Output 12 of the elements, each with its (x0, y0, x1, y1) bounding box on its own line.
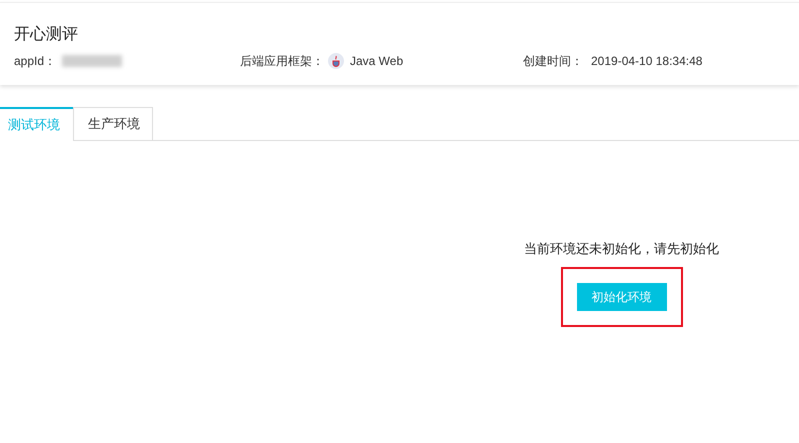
java-cup-icon (328, 53, 344, 69)
app-title: 开心测评 (14, 25, 79, 45)
created-label: 创建时间： (523, 53, 583, 70)
app-id-label: appId： (14, 53, 56, 70)
framework-label: 后端应用框架： (240, 53, 324, 70)
init-environment-button[interactable]: 初始化环境 (576, 283, 666, 311)
framework-value: Java Web (350, 53, 404, 70)
tab[interactable]: 生产环境 (73, 107, 153, 140)
created-value: 2019-04-10 18:34:48 (591, 53, 702, 70)
blurred-value (62, 55, 122, 67)
tab[interactable]: 测试环境 (0, 107, 73, 141)
empty-state-message: 当前环境还未初始化，请先初始化 (524, 240, 719, 258)
